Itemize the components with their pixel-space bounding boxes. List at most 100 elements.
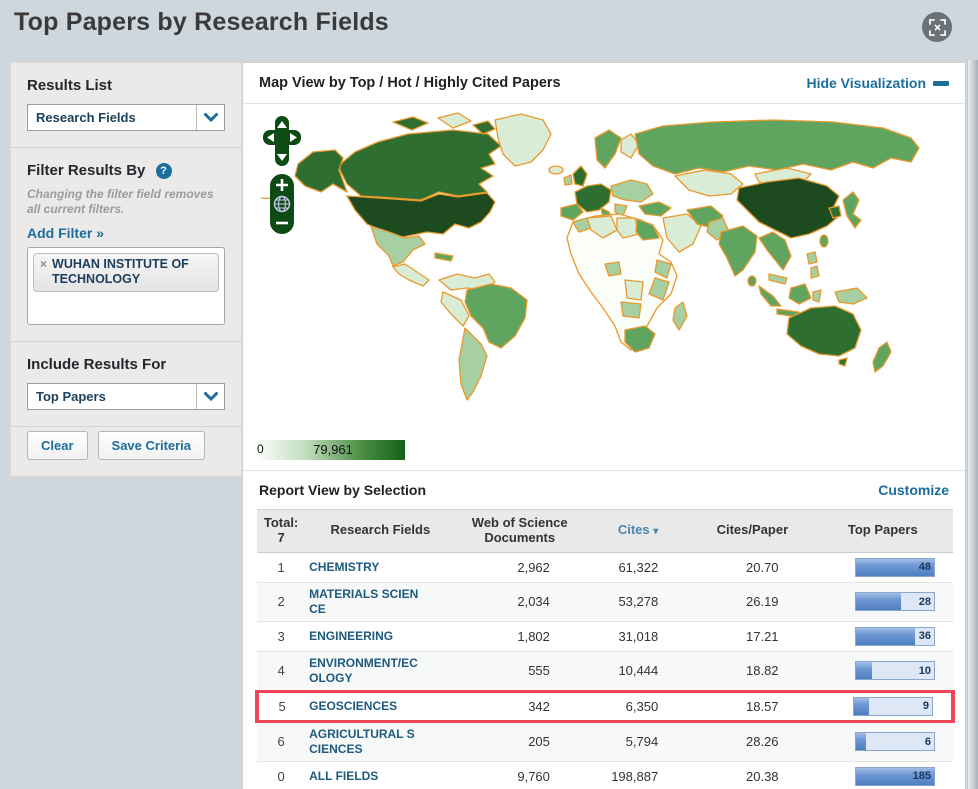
filter-list-box: × WUHAN INSTITUTE OF TECHNOLOGY: [27, 247, 225, 326]
top-papers-bar-fill: [856, 627, 915, 645]
remove-filter-icon[interactable]: ×: [40, 257, 47, 273]
hide-visualization-link[interactable]: Hide Visualization: [806, 75, 949, 91]
top-papers-value: 28: [918, 595, 931, 608]
page-title: Top Papers by Research Fields: [14, 8, 389, 36]
fullscreen-toggle-button[interactable]: [922, 12, 952, 42]
top-papers-bar: 28: [855, 592, 935, 612]
sidebar-actions: Clear Save Criteria: [11, 427, 241, 476]
row-wos-documents: 9,760: [455, 761, 584, 789]
include-results-value: Top Papers: [36, 389, 106, 405]
results-list-value: Research Fields: [36, 110, 136, 125]
map-zoom-control[interactable]: [270, 174, 294, 234]
row-rank: 2: [257, 582, 306, 622]
column-wos-documents[interactable]: Web of Science Documents: [455, 509, 584, 553]
top-papers-value: 185: [912, 770, 931, 783]
column-cites-per-paper[interactable]: Cites/Paper: [692, 509, 813, 553]
row-wos-documents: 2,034: [455, 582, 584, 622]
map-color-legend: 0 79,961: [255, 440, 405, 460]
country-china[interactable]: [736, 177, 840, 239]
results-list-dropdown[interactable]: Research Fields: [27, 104, 225, 131]
research-field-link[interactable]: MATERIALS SCIENCE: [309, 587, 421, 617]
legend-min-value: 0: [257, 442, 264, 456]
row-cites-per-paper: 17.21: [692, 621, 813, 652]
top-papers-bar: 36: [855, 626, 935, 646]
top-papers-bar-fill: [856, 593, 902, 611]
row-cites-per-paper: 18.82: [692, 651, 813, 692]
table-header-row: Total: 7 Research Fields Web of Science …: [257, 509, 953, 553]
research-field-link[interactable]: ENVIRONMENT/ECOLOGY: [309, 656, 421, 686]
include-results-heading: Include Results For: [27, 356, 167, 374]
main-panel: Map View by Top / Hot / Highly Cited Pap…: [242, 62, 966, 789]
results-list-section: Results List Research Fields: [11, 63, 241, 148]
top-papers-bar-fill: [856, 733, 867, 751]
chevron-down-icon: [196, 384, 224, 410]
table-row: 3 ENGINEERING 1,802 31,018 17.21 36: [257, 621, 953, 652]
country-canada[interactable]: [337, 129, 502, 201]
map-pan-control[interactable]: [263, 116, 301, 166]
vertical-scrollbar[interactable]: [967, 60, 978, 789]
row-cites: 53,278: [583, 582, 693, 622]
row-wos-documents: 555: [455, 651, 584, 692]
help-icon[interactable]: ?: [155, 163, 172, 180]
minus-icon: [933, 80, 949, 86]
clear-button[interactable]: Clear: [27, 431, 88, 461]
country-australia[interactable]: [786, 305, 862, 357]
research-field-link[interactable]: ENGINEERING: [309, 629, 421, 644]
country-greenland[interactable]: [494, 113, 552, 167]
page-header: Top Papers by Research Fields: [0, 0, 978, 56]
save-criteria-button[interactable]: Save Criteria: [97, 431, 206, 461]
map-view-title: Map View by Top / Hot / Highly Cited Pap…: [259, 75, 561, 91]
row-rank: 3: [257, 621, 306, 652]
row-cites-per-paper: 20.38: [692, 761, 813, 789]
country-argentina[interactable]: [458, 327, 488, 401]
map-container: [243, 104, 965, 432]
add-filter-link[interactable]: Add Filter »: [27, 225, 104, 241]
country-uk[interactable]: [572, 165, 588, 187]
top-papers-bar: 48: [855, 557, 935, 577]
top-papers-bar: 9: [853, 696, 933, 716]
country-japan[interactable]: [842, 191, 862, 229]
column-top-papers[interactable]: Top Papers: [812, 509, 953, 553]
table-row: 4 ENVIRONMENT/ECOLOGY 555 10,444 18.82 10: [257, 651, 953, 692]
research-field-link[interactable]: CHEMISTRY: [309, 560, 421, 575]
row-cites: 61,322: [583, 552, 693, 583]
top-papers-value: 6: [924, 735, 931, 748]
top-papers-value: 48: [918, 561, 931, 574]
row-cites-per-paper: 26.19: [692, 582, 813, 622]
column-total: Total: 7: [257, 509, 306, 553]
results-list-heading: Results List: [27, 77, 113, 94]
sort-descending-icon: ▾: [653, 526, 659, 538]
country-new-zealand[interactable]: [872, 341, 892, 373]
map-view-header: Map View by Top / Hot / Highly Cited Pap…: [243, 63, 965, 104]
total-value: 7: [277, 529, 285, 545]
research-field-link[interactable]: GEOSCIENCES: [309, 699, 421, 714]
row-cites-per-paper: 28.26: [692, 721, 813, 762]
row-rank: 6: [257, 721, 306, 762]
world-choropleth-map[interactable]: [243, 104, 943, 432]
research-field-link[interactable]: AGRICULTURAL SCIENCES: [309, 727, 421, 757]
country-alaska[interactable]: [294, 149, 348, 193]
cites-label: Cites: [617, 522, 650, 538]
row-cites: 10,444: [583, 651, 693, 692]
row-rank: 5: [254, 689, 306, 723]
country-russia[interactable]: [634, 119, 920, 175]
row-wos-documents: 342: [455, 689, 584, 723]
table-row: 6 AGRICULTURAL SCIENCES 205 5,794 28.26 6: [257, 721, 953, 762]
include-results-dropdown[interactable]: Top Papers: [27, 383, 225, 411]
country-india[interactable]: [718, 225, 758, 277]
table-row: 0 ALL FIELDS 9,760 198,887 20.38 185: [257, 761, 953, 789]
row-rank: 0: [257, 761, 306, 789]
research-field-link[interactable]: ALL FIELDS: [309, 769, 421, 784]
filter-tag[interactable]: × WUHAN INSTITUTE OF TECHNOLOGY: [33, 253, 219, 293]
column-cites-sort[interactable]: Cites ▾: [583, 509, 693, 553]
row-rank: 4: [257, 651, 306, 692]
table-row: 2 MATERIALS SCIENCE 2,034 53,278 26.19 28: [257, 582, 953, 622]
sidebar: Results List Research Fields Filter Resu…: [10, 62, 242, 478]
total-label: Total:: [263, 515, 299, 530]
hide-visualization-label: Hide Visualization: [806, 75, 926, 91]
top-papers-value: 9: [922, 700, 929, 713]
top-papers-value: 10: [918, 664, 931, 677]
column-research-fields[interactable]: Research Fields: [305, 509, 456, 553]
row-cites-per-paper: 20.70: [692, 552, 813, 583]
customize-link[interactable]: Customize: [878, 482, 949, 498]
